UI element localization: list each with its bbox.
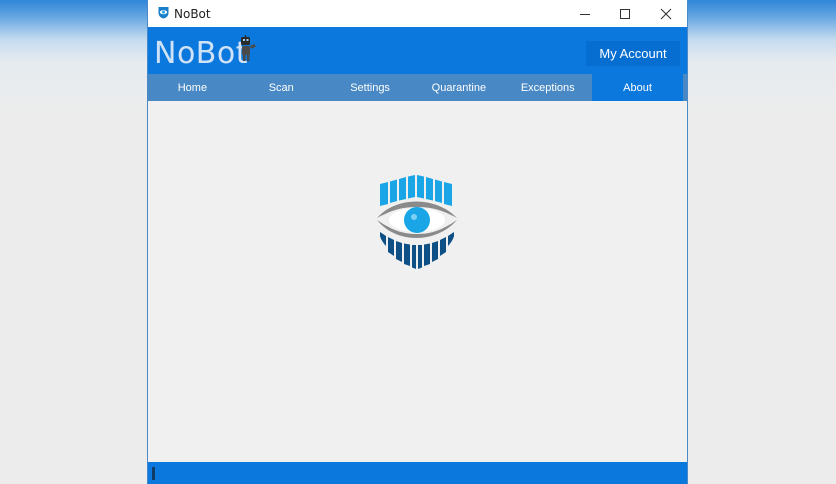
title-bar[interactable]: NoBot [148, 0, 687, 27]
tab-about[interactable]: About [592, 74, 683, 101]
close-icon [660, 8, 672, 19]
status-bar [148, 462, 687, 484]
app-window: NoBot NoBot My Account Home Scan Setting… [148, 0, 687, 484]
app-header: NoBot My Account [148, 27, 687, 74]
tab-home[interactable]: Home [148, 74, 237, 101]
about-panel [148, 101, 687, 462]
nav-edge [682, 74, 687, 101]
main-nav: Home Scan Settings Quarantine Exceptions… [148, 74, 687, 101]
maximize-icon [620, 8, 630, 19]
robot-logo-icon [241, 35, 256, 61]
minimize-icon [580, 13, 590, 15]
desktop: NoBot NoBot My Account Home Scan Setting… [0, 0, 836, 484]
my-account-button[interactable]: My Account [586, 41, 680, 66]
close-button[interactable] [645, 0, 687, 27]
minimize-button[interactable] [564, 0, 606, 27]
app-icon [158, 7, 169, 19]
tab-scan[interactable]: Scan [237, 74, 326, 101]
tab-quarantine[interactable]: Quarantine [414, 74, 503, 101]
resize-grip[interactable] [152, 467, 155, 480]
tab-exceptions[interactable]: Exceptions [503, 74, 592, 101]
maximize-button[interactable] [604, 0, 646, 27]
logo-text: NoBot [154, 36, 248, 71]
shield-eye-logo-icon [377, 175, 457, 269]
tab-settings[interactable]: Settings [326, 74, 415, 101]
window-title: NoBot [174, 7, 211, 21]
